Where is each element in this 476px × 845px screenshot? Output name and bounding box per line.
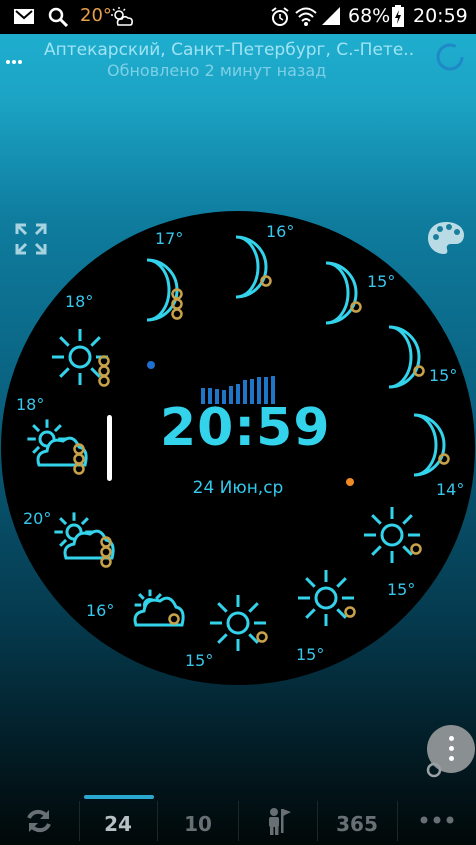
refresh-tab[interactable] (0, 795, 78, 845)
status-battery: 68% (348, 5, 391, 27)
clock-date: 24 Июн,ср (192, 478, 284, 498)
status-temperature: 20° (80, 5, 112, 26)
person-flag-icon[interactable] (266, 807, 292, 835)
tab-365-label: 365 (336, 812, 378, 836)
more-tab[interactable] (398, 795, 476, 845)
tab-365[interactable]: 365 (318, 795, 396, 845)
more-icon[interactable] (420, 816, 454, 824)
hour-temp: 14° (436, 480, 465, 499)
alarm-icon (271, 7, 289, 26)
hour-temp: 18° (16, 395, 45, 414)
clock-time: 20:59 (160, 398, 331, 458)
tab-person-flag[interactable] (239, 795, 317, 845)
bottom-nav: 24 10 365 (0, 795, 476, 845)
hour-hand (107, 415, 112, 481)
hour-temp: 16° (86, 601, 115, 620)
location-title[interactable]: Аптекарский, Санкт-Петербург, С.-Пете.. (44, 40, 414, 60)
hour-temp: 18° (65, 292, 94, 311)
hour-temp: 15° (296, 645, 325, 664)
hour-temp: 16° (266, 222, 295, 241)
gmail-icon (14, 9, 34, 24)
minute-marker-dot (147, 361, 155, 369)
hour-temp: 15° (387, 580, 416, 599)
battery-icon (392, 5, 404, 27)
hour-temp: 15° (429, 366, 458, 385)
loading-ring-icon (436, 43, 464, 71)
refresh-icon[interactable] (25, 807, 53, 835)
tab-10[interactable]: 10 (158, 795, 238, 845)
hour-temp: 15° (367, 272, 396, 291)
search-icon (48, 7, 68, 27)
updated-text: Обновлено 2 минут назад (107, 61, 327, 80)
hour-temp: 17° (155, 229, 184, 248)
signal-icon (322, 7, 340, 25)
wifi-icon (295, 7, 317, 26)
hour-temp: 20° (23, 509, 52, 528)
status-time: 20:59 (413, 5, 468, 27)
sun-marker-dot (346, 478, 354, 486)
weather-icon (111, 7, 133, 26)
active-tab-indicator (84, 795, 154, 799)
fab-ring-icon (426, 762, 442, 778)
status-bar: 20° 68% 20:59 (0, 0, 476, 34)
tab-24-label: 24 (104, 812, 132, 836)
tab-24[interactable]: 24 (80, 795, 156, 845)
tab-10-label: 10 (184, 812, 212, 836)
menu-dots[interactable] (6, 49, 24, 68)
hour-temp: 15° (185, 651, 214, 670)
